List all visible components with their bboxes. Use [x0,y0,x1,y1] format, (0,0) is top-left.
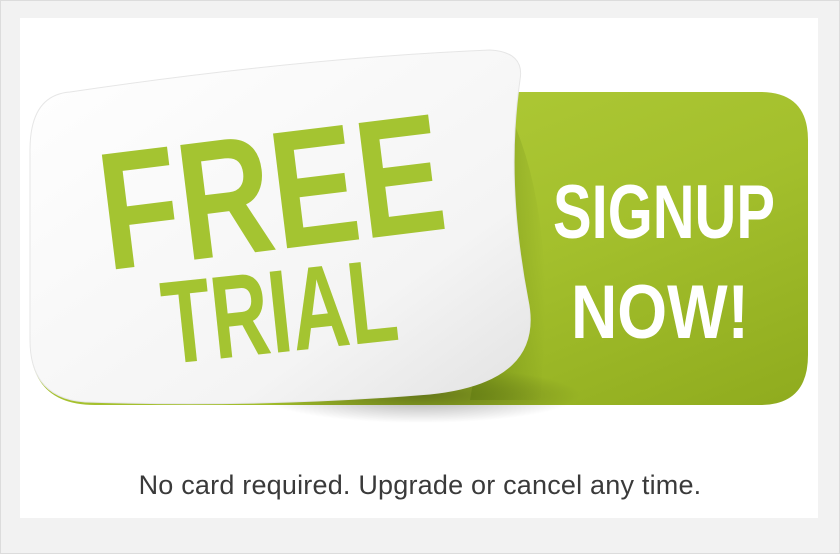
signup-button-label-line2[interactable]: NOW! [571,270,749,355]
sticker-text-trial: TRIAL [156,234,404,390]
tagline-text: No card required. Upgrade or cancel any … [138,470,702,500]
signup-button-label-line1[interactable]: SIGNUP [553,170,775,255]
